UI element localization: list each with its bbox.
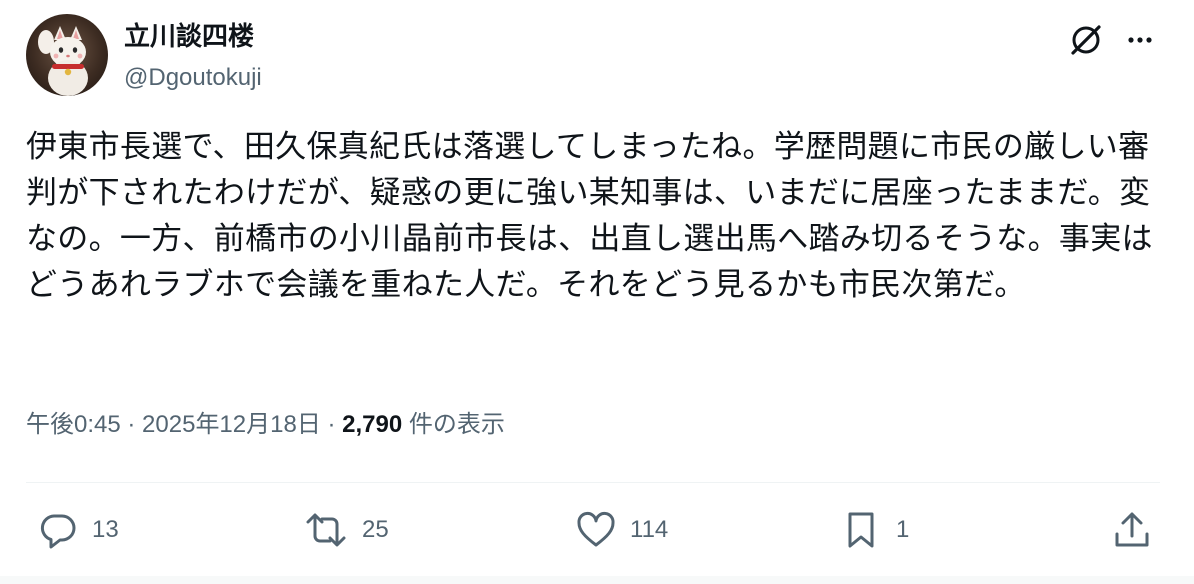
bookmark-count: 1 — [896, 516, 910, 543]
bookmark-button[interactable]: 1 — [840, 506, 909, 554]
post-date[interactable]: 2025年12月18日 — [142, 411, 321, 438]
more-options-button[interactable] — [1120, 20, 1160, 60]
meta-separator: · — [320, 411, 343, 438]
divider — [26, 482, 1160, 483]
user-handle[interactable]: @Dgoutokuji — [124, 62, 262, 94]
post-meta: 午後0:45 · 2025年12月18日 · 2,790 件の表示 — [26, 408, 505, 442]
grok-slash-icon — [1071, 25, 1101, 55]
bottom-border — [0, 576, 1194, 584]
share-button[interactable] — [1110, 506, 1154, 554]
like-button[interactable]: 114 — [574, 506, 668, 554]
maneki-neko-avatar-icon — [38, 26, 88, 96]
retweet-button[interactable]: 25 — [302, 506, 389, 554]
like-count: 114 — [630, 516, 669, 543]
retweet-icon — [306, 513, 346, 547]
post-text: 伊東市長選で、田久保真紀氏は落選してしまったね。学歴問題に市民の厳しい審判が下さ… — [26, 129, 1153, 303]
tweet-card: 立川談四楼 @Dgoutokuji 伊東市長選で、田久保真紀氏は落選してしまった… — [0, 0, 1194, 584]
views-label[interactable]: 件の表示 — [402, 411, 505, 438]
bookmark-icon — [848, 512, 874, 548]
views-count[interactable]: 2,790 — [342, 411, 402, 438]
reply-count: 13 — [92, 516, 119, 543]
heart-icon — [577, 512, 615, 547]
grok-button[interactable] — [1066, 20, 1106, 60]
reply-button[interactable]: 13 — [36, 506, 119, 554]
retweet-count: 25 — [362, 516, 389, 543]
display-name[interactable]: 立川談四楼 — [124, 20, 254, 54]
more-dots-icon — [1128, 37, 1152, 43]
share-icon — [1115, 512, 1149, 547]
post-time[interactable]: 午後0:45 — [26, 411, 121, 438]
avatar[interactable] — [26, 14, 108, 96]
meta-separator: · — [120, 411, 143, 438]
reply-icon — [40, 514, 76, 549]
